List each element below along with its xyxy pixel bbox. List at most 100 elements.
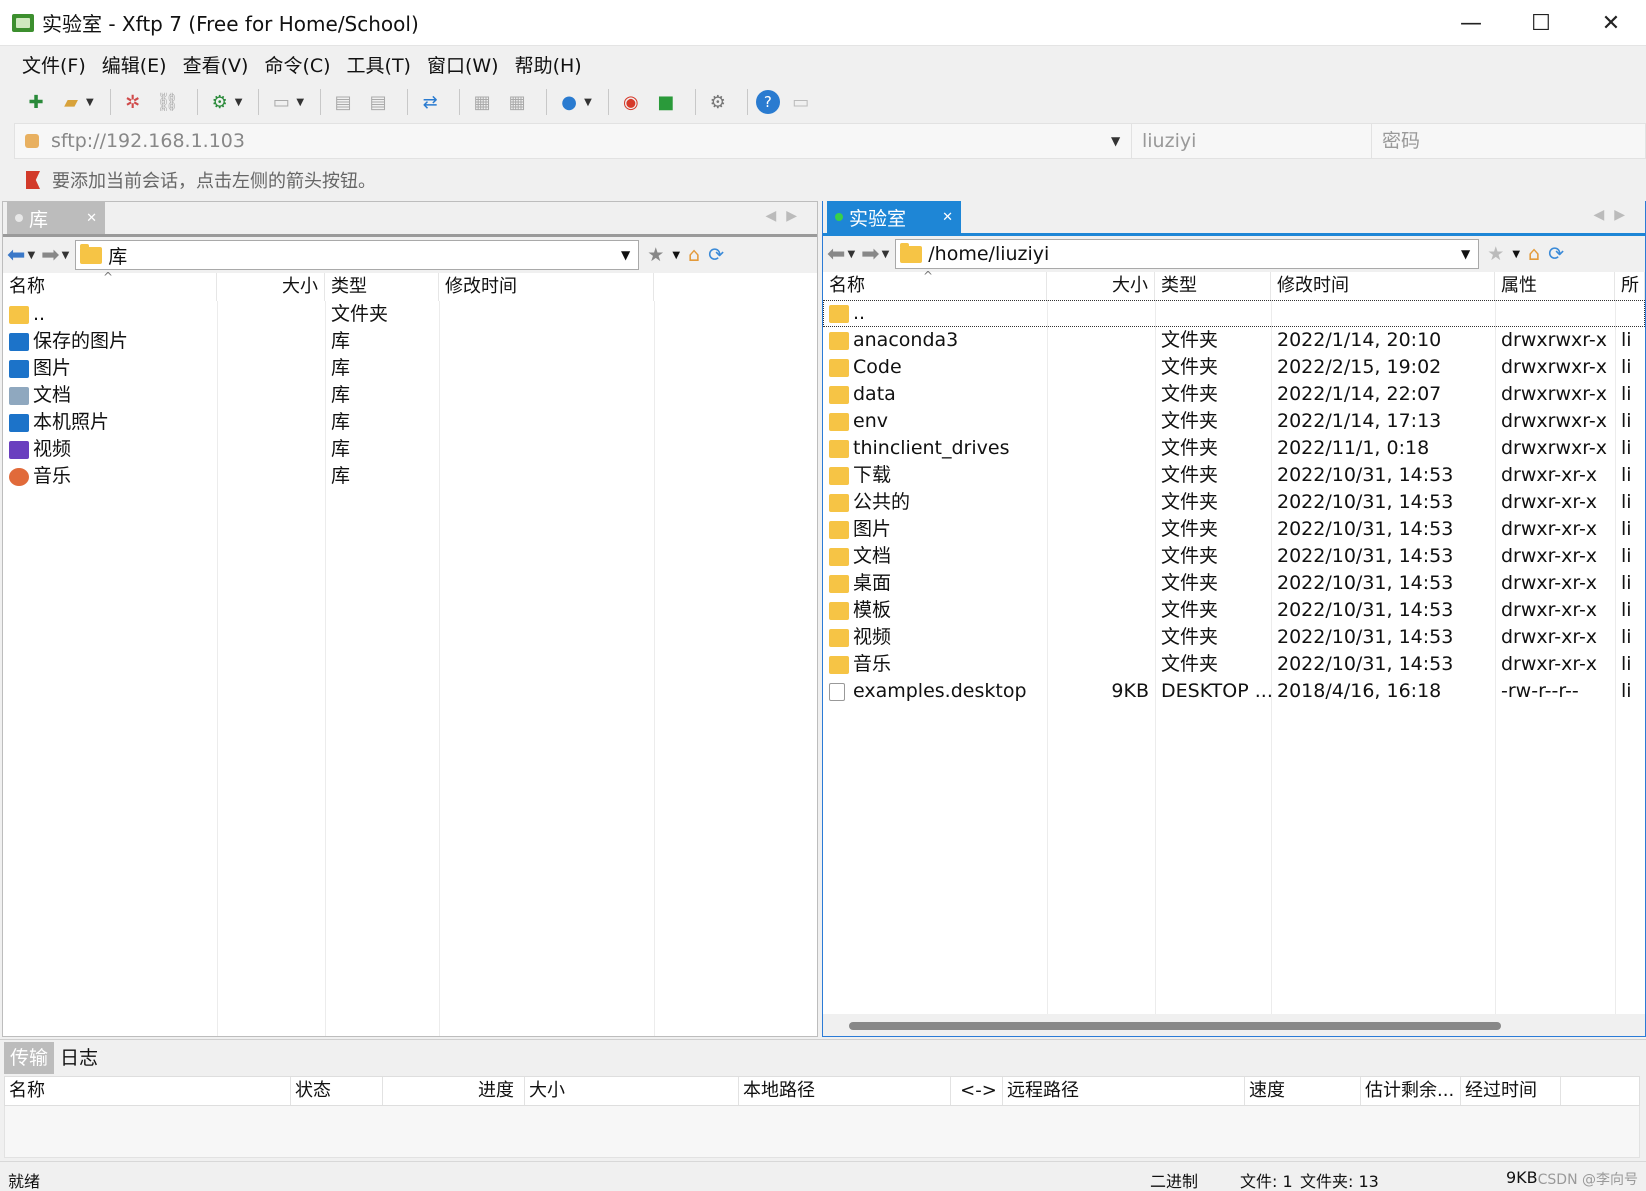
properties-icon[interactable]: ⚙	[206, 88, 234, 116]
reconnect-icon[interactable]: ✲	[119, 88, 147, 116]
list-row[interactable]: ..	[823, 300, 1645, 327]
close-button[interactable]: ✕	[1576, 0, 1646, 46]
close-icon[interactable]: ✕	[86, 211, 97, 226]
list-row[interactable]: env 文件夹 2022/1/14, 17:13 drwxrwxr-x li	[823, 408, 1645, 435]
chevron-down-icon[interactable]: ▼	[62, 250, 70, 261]
menu-file[interactable]: 文件(F)	[14, 51, 94, 78]
col-owner[interactable]: 所	[1615, 272, 1645, 300]
star-icon[interactable]: ★	[1487, 243, 1504, 265]
menu-command[interactable]: 命令(C)	[256, 51, 338, 78]
chevron-down-icon[interactable]: ▼	[1512, 249, 1520, 260]
col-progress[interactable]: 进度	[383, 1077, 525, 1105]
list-row[interactable]: 图片 库	[3, 355, 817, 382]
list-row[interactable]: 音乐 文件夹 2022/10/31, 14:53 drwxr-xr-x li	[823, 651, 1645, 678]
transfer-list[interactable]	[4, 1106, 1640, 1158]
col-elapsed[interactable]: 经过时间	[1461, 1077, 1561, 1105]
col-type[interactable]: 类型	[1155, 272, 1271, 300]
chevron-down-icon[interactable]: ▼	[296, 97, 304, 108]
chat-icon[interactable]: ▭	[787, 88, 815, 116]
remote-path-box[interactable]: /home/liuziyi ▼	[895, 239, 1480, 269]
sync-icon[interactable]: ⇄	[416, 88, 444, 116]
local-path-box[interactable]: 库 ▼	[75, 240, 640, 270]
new-session-icon[interactable]: ✚	[22, 88, 50, 116]
col-speed[interactable]: 速度	[1245, 1077, 1361, 1105]
list-row[interactable]: examples.desktop 9KB DESKTOP ... 2018/4/16,…	[823, 678, 1645, 705]
list-row[interactable]: 文档 库	[3, 382, 817, 409]
list-row[interactable]: 下载 文件夹 2022/10/31, 14:53 drwxr-xr-x li	[823, 462, 1645, 489]
chevron-down-icon[interactable]: ▼	[672, 250, 680, 261]
download-icon[interactable]: ▤	[364, 88, 392, 116]
username-field[interactable]: liuziyi	[1131, 124, 1371, 158]
xftp-icon[interactable]: ■	[652, 88, 680, 116]
chevron-down-icon[interactable]: ▼	[86, 97, 94, 108]
menu-window[interactable]: 窗口(W)	[419, 51, 507, 78]
list-row[interactable]: anaconda3 文件夹 2022/1/14, 20:10 drwxrwxr-x li	[823, 327, 1645, 354]
chevron-down-icon[interactable]: ▼	[1461, 247, 1470, 261]
list-row[interactable]: 视频 库	[3, 436, 817, 463]
copy-icon[interactable]: ▦	[468, 88, 496, 116]
chevron-down-icon[interactable]: ▼	[584, 97, 592, 108]
col-size[interactable]: 大小	[217, 273, 325, 301]
list-row[interactable]: data 文件夹 2022/1/14, 22:07 drwxrwxr-x li	[823, 381, 1645, 408]
col-name[interactable]: 名称 ^	[3, 270, 217, 301]
chevron-down-icon[interactable]: ▼	[621, 248, 630, 262]
list-row[interactable]: .. 文件夹	[3, 301, 817, 328]
settings-icon[interactable]: ⚙	[704, 88, 732, 116]
chevron-down-icon[interactable]: ▼	[1111, 134, 1131, 148]
col-type[interactable]: 类型	[325, 273, 439, 301]
refresh-icon[interactable]: ⟳	[1548, 243, 1564, 265]
chevron-down-icon[interactable]: ▼	[235, 97, 243, 108]
refresh-icon[interactable]: ⟳	[708, 244, 724, 266]
col-remote-path[interactable]: 远程路径	[1003, 1077, 1245, 1105]
xshell-icon[interactable]: ◉	[617, 88, 645, 116]
menu-edit[interactable]: 编辑(E)	[94, 51, 175, 78]
list-row[interactable]: 图片 文件夹 2022/10/31, 14:53 drwxr-xr-x li	[823, 516, 1645, 543]
tab-scroll-arrows[interactable]: ◀▶	[765, 208, 807, 224]
col-size[interactable]: 大小	[1047, 272, 1155, 300]
col-name[interactable]: 名称	[5, 1077, 291, 1105]
transfer-mode[interactable]: 二进制	[1150, 1168, 1198, 1191]
list-row[interactable]: 公共的 文件夹 2022/10/31, 14:53 drwxr-xr-x li	[823, 489, 1645, 516]
list-row[interactable]: 模板 文件夹 2022/10/31, 14:53 drwxr-xr-x li	[823, 597, 1645, 624]
minimize-button[interactable]: —	[1436, 0, 1506, 46]
col-eta[interactable]: 估计剩余...	[1361, 1077, 1461, 1105]
col-size[interactable]: 大小	[525, 1077, 739, 1105]
list-row[interactable]: 本机照片 库	[3, 409, 817, 436]
view-icon[interactable]: ▭	[267, 88, 295, 116]
list-row[interactable]: 视频 文件夹 2022/10/31, 14:53 drwxr-xr-x li	[823, 624, 1645, 651]
list-row[interactable]: Code 文件夹 2022/2/15, 19:02 drwxrwxr-x li	[823, 354, 1645, 381]
paste-icon[interactable]: ▦	[503, 88, 531, 116]
upload-icon[interactable]: ▤	[329, 88, 357, 116]
forward-arrow-icon[interactable]: ➡	[861, 242, 879, 267]
home-icon[interactable]: ⌂	[688, 244, 700, 266]
list-row[interactable]: 保存的图片 库	[3, 328, 817, 355]
col-modified[interactable]: 修改时间	[439, 273, 654, 301]
bookmark-flag-icon[interactable]	[26, 171, 40, 189]
disconnect-icon[interactable]: ⛓	[154, 88, 182, 116]
menu-view[interactable]: 查看(V)	[175, 51, 257, 78]
col-status[interactable]: 状态	[291, 1077, 383, 1105]
tab-transfers[interactable]: 传输	[4, 1042, 55, 1074]
tab-scroll-arrows[interactable]: ◀▶	[1593, 207, 1635, 223]
star-icon[interactable]: ★	[647, 244, 664, 266]
list-row[interactable]: 文档 文件夹 2022/10/31, 14:53 drwxr-xr-x li	[823, 543, 1645, 570]
chevron-down-icon[interactable]: ▼	[27, 250, 35, 261]
globe-icon[interactable]: ●	[555, 88, 583, 116]
back-arrow-icon[interactable]: ⬅	[7, 243, 25, 268]
col-local-path[interactable]: 本地路径	[739, 1077, 951, 1105]
list-row[interactable]: 桌面 文件夹 2022/10/31, 14:53 drwxr-xr-x li	[823, 570, 1645, 597]
tab-remote[interactable]: 实验室 ✕	[827, 201, 961, 233]
tab-local[interactable]: 库 ✕	[7, 202, 105, 234]
password-field[interactable]: 密码	[1371, 124, 1645, 158]
tab-log[interactable]: 日志	[54, 1042, 104, 1074]
maximize-button[interactable]: ☐	[1506, 0, 1576, 46]
col-modified[interactable]: 修改时间	[1271, 272, 1495, 300]
local-file-list[interactable]: .. 文件夹 保存的图片库图片库文档库本机照片库视频库音乐库	[3, 301, 817, 1036]
help-icon[interactable]: ?	[755, 90, 780, 114]
menu-tools[interactable]: 工具(T)	[339, 51, 419, 78]
horizontal-scrollbar[interactable]	[823, 1014, 1645, 1036]
close-icon[interactable]: ✕	[942, 210, 953, 225]
chevron-down-icon[interactable]: ▼	[882, 249, 890, 260]
open-folder-icon[interactable]: ▰	[57, 88, 85, 116]
col-direction[interactable]: <->	[951, 1077, 1003, 1105]
